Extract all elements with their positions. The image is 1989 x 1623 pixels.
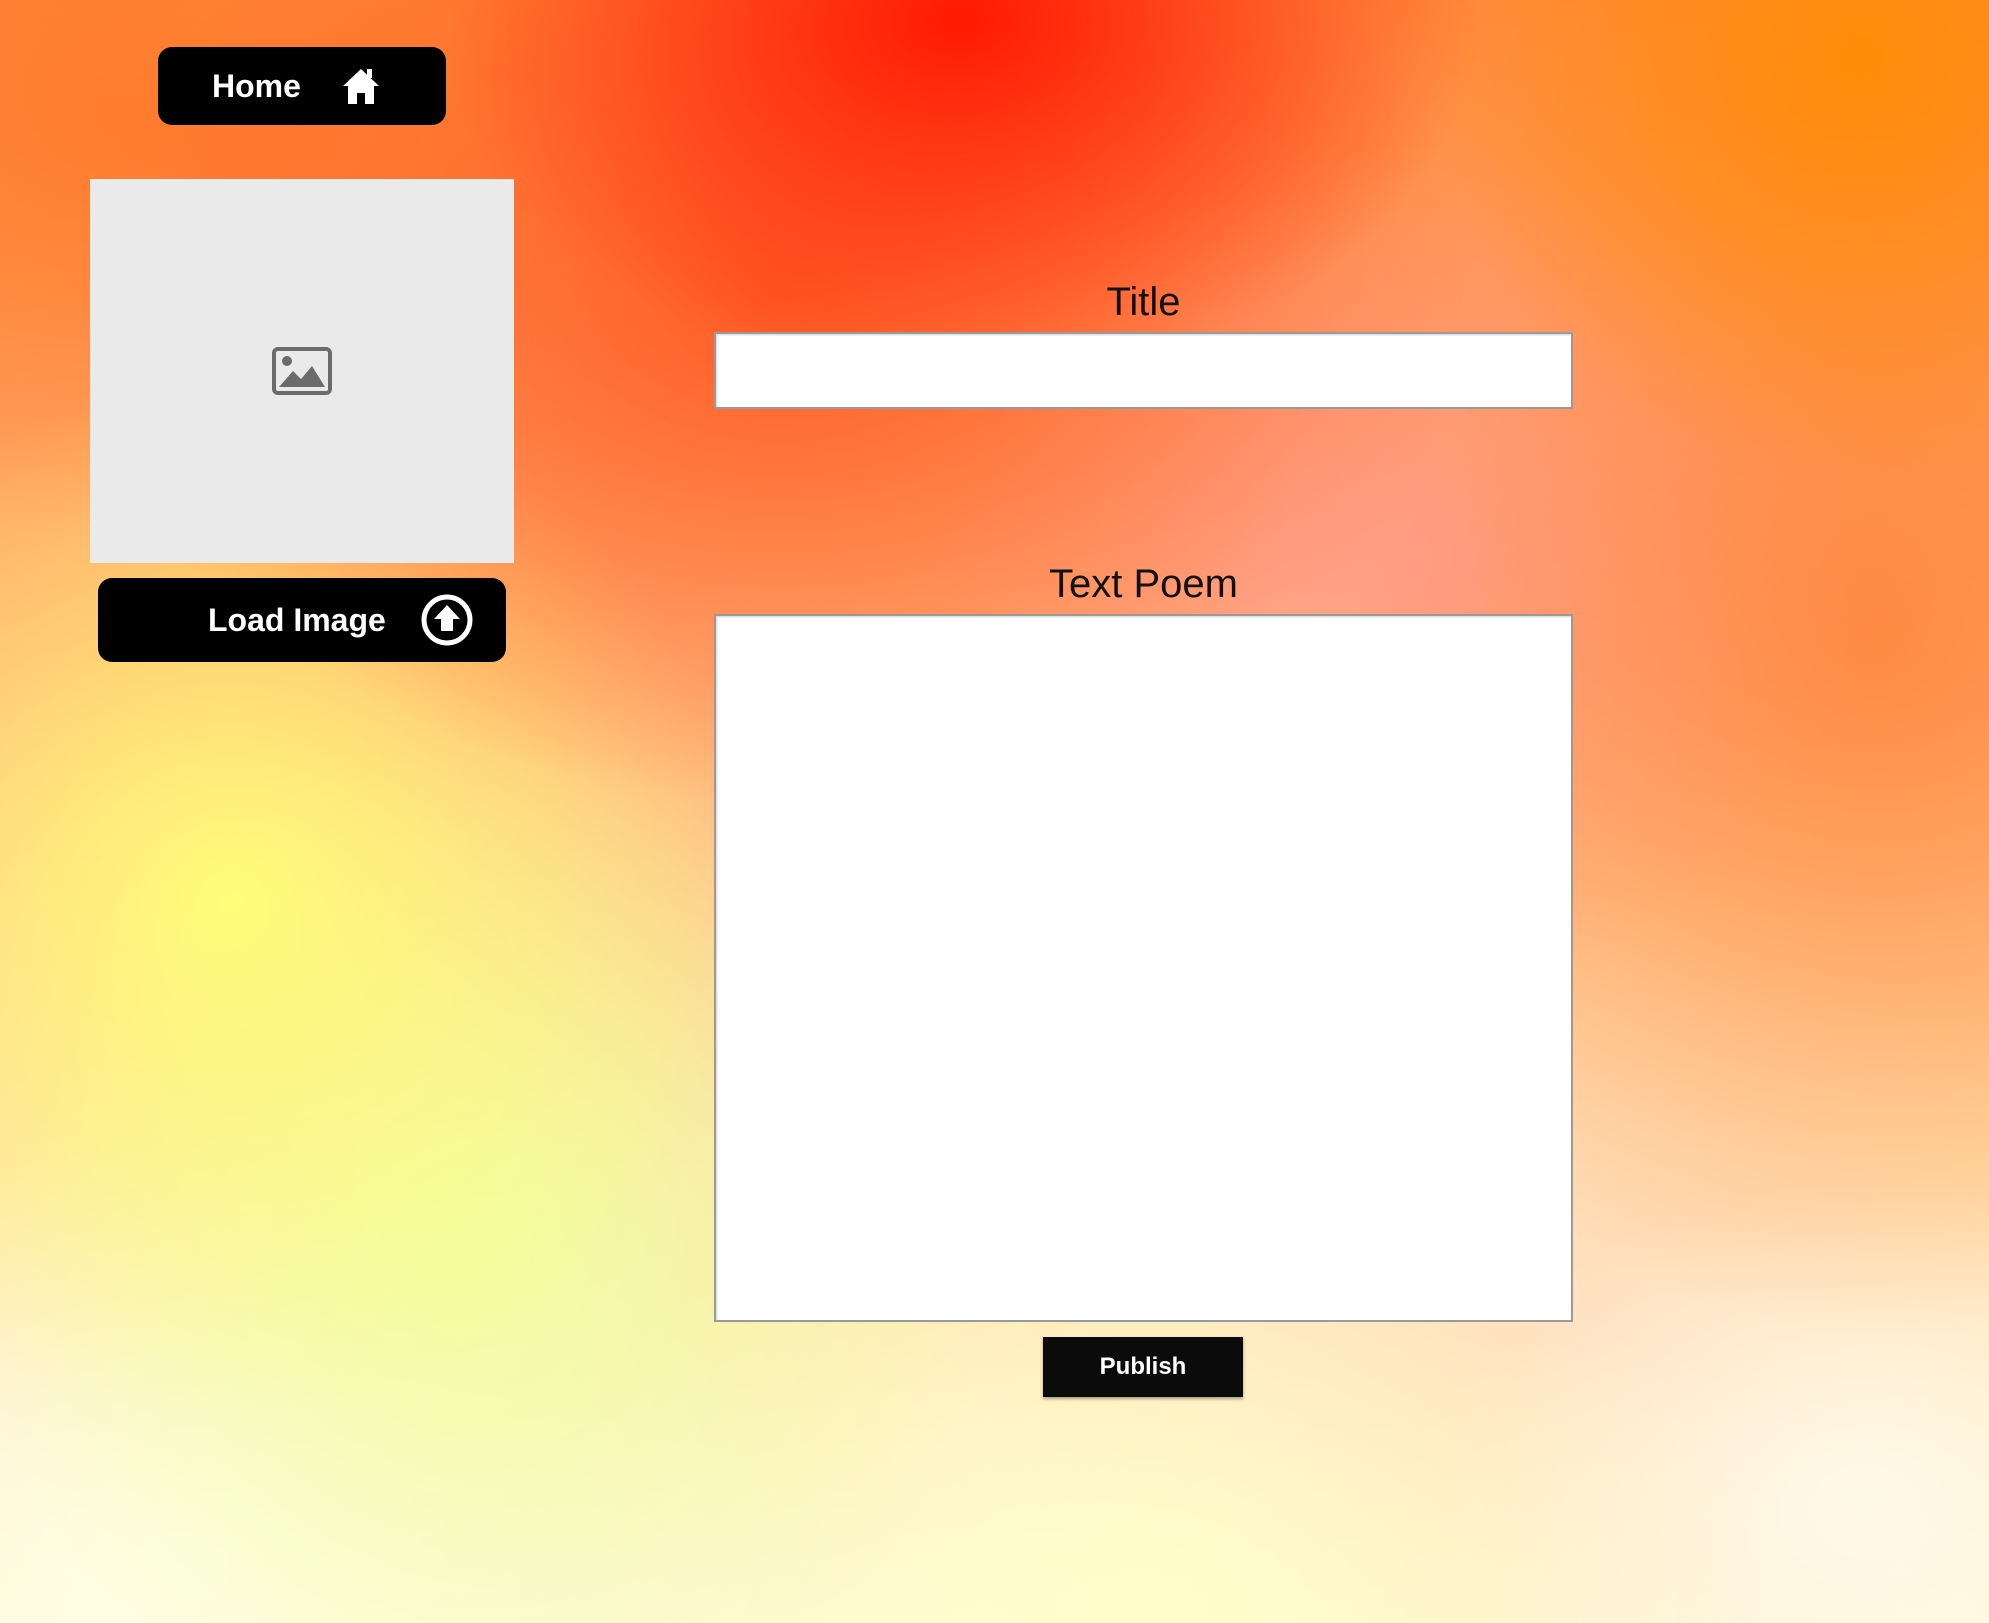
image-preview [90,179,514,563]
load-image-button[interactable]: Load Image [98,578,506,662]
title-label: Title [1106,280,1181,324]
home-icon [341,67,381,105]
poem-textarea[interactable] [714,614,1573,1322]
image-icon [271,346,333,396]
upload-icon [420,593,474,647]
editor-page: Home Load Image Title Text Poem Publish [0,0,1989,1623]
home-button-label: Home [212,67,301,104]
load-image-label: Load Image [208,601,386,638]
publish-button[interactable]: Publish [1043,1337,1243,1397]
title-input[interactable] [714,332,1573,409]
home-button[interactable]: Home [158,47,446,125]
poem-label: Text Poem [1049,562,1238,606]
